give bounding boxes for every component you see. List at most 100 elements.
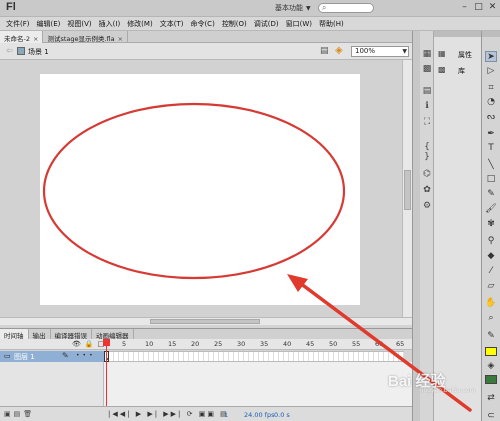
code-snippets-icon[interactable]: { } <box>422 142 432 162</box>
panel-collapse-strip[interactable] <box>412 31 420 421</box>
menu-modify[interactable]: 修改(M) <box>127 19 153 29</box>
back-arrow-icon[interactable]: ⇦ <box>6 46 13 55</box>
rectangle-tool-icon[interactable]: □ <box>485 174 497 185</box>
frame-ruler[interactable]: 1 5 10 15 20 25 30 35 40 45 50 55 60 65 <box>104 339 404 350</box>
ruler-tick: 20 <box>191 340 200 348</box>
swap-colors-icon[interactable]: ⇄ <box>485 393 497 404</box>
menu-help[interactable]: 帮助(H) <box>319 19 344 29</box>
menu-debug[interactable]: 调试(D) <box>254 19 279 29</box>
selection-tool-icon[interactable]: ➤ <box>485 51 497 62</box>
stroke-color-swatch[interactable] <box>485 375 497 384</box>
fill-color-icon[interactable]: ◈ <box>485 361 497 372</box>
playhead[interactable] <box>106 339 107 409</box>
deco-tool-icon[interactable]: ✾ <box>485 219 497 230</box>
panel-header[interactable] <box>434 31 481 37</box>
layer-name[interactable]: 图层 1 <box>14 352 35 362</box>
menu-text[interactable]: 文本(T) <box>160 19 184 29</box>
pencil-icon: ✎ <box>62 351 69 360</box>
playhead-handle[interactable] <box>103 339 110 346</box>
line-tool-icon[interactable]: ╲ <box>485 160 497 171</box>
doc-tab-test-fla[interactable]: 测试stage显示例类.fla × <box>43 31 129 43</box>
doc-tab-label: 未命名-2 <box>4 35 30 43</box>
close-icon[interactable]: × <box>33 35 38 43</box>
playback-controls[interactable]: |◀◀| ▶ ▶| ▶▶| ⟳ ▣▣ ▤ <box>108 410 229 418</box>
ruler-tick: 65 <box>396 340 405 348</box>
horizontal-scrollbar[interactable] <box>0 317 412 325</box>
menu-view[interactable]: 视图(V) <box>67 19 91 29</box>
scene-icon <box>17 47 25 55</box>
pen-tool-icon[interactable]: ✒ <box>485 129 497 140</box>
eraser-tool-icon[interactable]: ▱ <box>485 281 497 292</box>
frame-rate[interactable]: 24.00 fps <box>244 411 274 419</box>
zoom-select[interactable]: 100% ▼ <box>351 46 409 57</box>
hand-tool-icon[interactable]: ✋ <box>485 298 497 309</box>
zoom-value: 100% <box>355 47 376 55</box>
scene-label[interactable]: 场景 1 <box>28 47 49 57</box>
subselection-tool-icon[interactable]: ▷ <box>485 66 497 77</box>
ruler-tick: 35 <box>260 340 269 348</box>
free-transform-tool-icon[interactable]: ⌗ <box>485 83 497 94</box>
panel-item-label: 库 <box>458 67 465 75</box>
menu-commands[interactable]: 命令(C) <box>190 19 214 29</box>
maximize-button[interactable]: □ <box>474 2 483 13</box>
color-icon[interactable]: ▦ <box>422 49 432 59</box>
ruler-tick: 30 <box>237 340 246 348</box>
edit-symbol-icon[interactable]: ◈ <box>335 45 343 56</box>
timeline-empty-area <box>0 362 412 406</box>
chevron-down-icon: ▼ <box>306 5 311 12</box>
menu-file[interactable]: 文件(F) <box>6 19 30 29</box>
bone-tool-icon[interactable]: ⚲ <box>485 236 497 247</box>
help-search-input[interactable]: ⌕ <box>318 3 374 13</box>
ruler-tick: 25 <box>214 340 223 348</box>
scroll-thumb[interactable] <box>404 170 411 210</box>
motion-presets-icon[interactable]: ⚙ <box>422 201 432 211</box>
menu-edit[interactable]: 编辑(E) <box>37 19 61 29</box>
history-icon[interactable]: ⌬ <box>422 169 432 179</box>
menu-insert[interactable]: 插入(I) <box>99 19 121 29</box>
close-icon[interactable]: × <box>118 35 123 43</box>
components-icon[interactable]: ✿ <box>422 185 432 195</box>
elapsed-time: 0.0 s <box>274 411 290 419</box>
panel-item-properties[interactable]: ▦ 属性 <box>436 48 480 60</box>
eyedropper-tool-icon[interactable]: ⁄ <box>485 266 497 277</box>
watermark-url: jingyan.baidu.com <box>420 387 476 394</box>
scroll-thumb[interactable] <box>150 319 260 324</box>
panel-header[interactable] <box>482 31 500 37</box>
edit-scene-icon[interactable]: ▤ <box>320 46 329 56</box>
menu-window[interactable]: 窗口(W) <box>286 19 312 29</box>
align-icon[interactable]: ▤ <box>422 86 432 96</box>
vertical-scrollbar[interactable] <box>402 60 412 317</box>
workspace-switcher[interactable]: 基本功能 ▼ <box>275 3 311 13</box>
search-icon: ⌕ <box>322 3 327 12</box>
pencil-tool-icon[interactable]: ✎ <box>485 189 497 200</box>
menu-control[interactable]: 控制(O) <box>222 19 247 29</box>
panel-item-library[interactable]: ▩ 库 <box>436 64 480 76</box>
brush-tool-icon[interactable]: 🖌 <box>485 204 497 215</box>
layer-row[interactable]: ▭ 图层 1 ✎ ••• <box>0 351 104 362</box>
stroke-color-icon[interactable]: ✎ <box>485 331 497 342</box>
minimize-button[interactable]: – <box>460 2 469 13</box>
workspace-label: 基本功能 <box>275 4 303 12</box>
fill-color-swatch[interactable] <box>485 347 497 356</box>
layer-buttons[interactable]: ▣▤🗑 <box>4 410 35 418</box>
zoom-tool-icon[interactable]: ⌕ <box>485 313 497 324</box>
lasso-tool-icon[interactable]: ᔓ <box>485 112 497 123</box>
layer-state-dots[interactable]: ••• <box>76 352 96 359</box>
layer-list-area <box>0 362 104 406</box>
timeline-panel-tabs: 时间轴 输出 编译器错误 动画编辑器 <box>0 328 412 340</box>
info-icon[interactable]: ℹ <box>422 101 432 111</box>
pasteboard <box>0 60 402 317</box>
text-tool-icon[interactable]: T <box>485 143 497 154</box>
transform-icon[interactable]: ⛶ <box>422 117 432 127</box>
close-button[interactable]: ✕ <box>488 2 497 13</box>
doc-tab-untitled-2[interactable]: 未命名-2 × <box>0 31 44 43</box>
swatches-icon[interactable]: ▩ <box>422 64 432 74</box>
frame-strip[interactable] <box>104 351 404 362</box>
paint-bucket-tool-icon[interactable]: ◆ <box>485 251 497 262</box>
current-frame: 1 <box>224 411 229 419</box>
stage[interactable] <box>40 74 360 305</box>
ruler-tick: 5 <box>122 340 127 348</box>
3d-rotation-tool-icon[interactable]: ◔ <box>485 97 497 108</box>
snap-to-objects-icon[interactable]: ⊂ <box>485 411 497 421</box>
menu-bar: 文件(F) 编辑(E) 视图(V) 插入(I) 修改(M) 文本(T) 命令(C… <box>0 17 500 31</box>
